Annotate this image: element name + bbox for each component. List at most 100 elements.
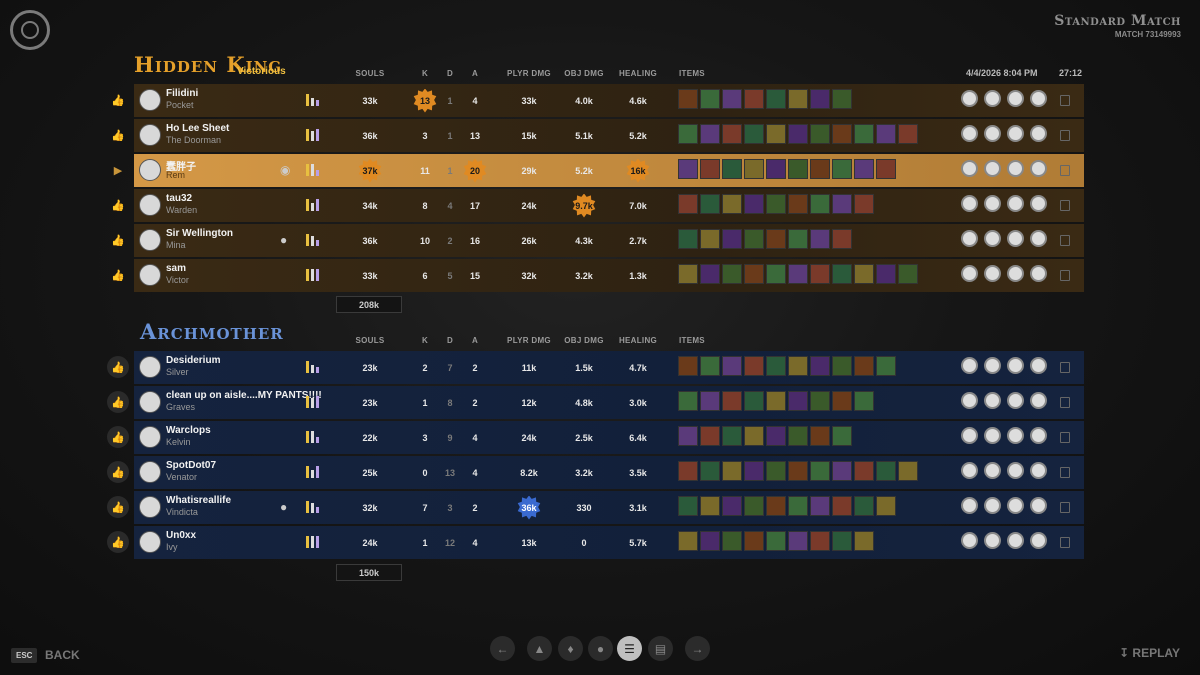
- item-icon[interactable]: [810, 124, 830, 144]
- replay-button[interactable]: ↧ REPLAY: [1119, 646, 1180, 660]
- player-row[interactable]: 👍 Warclops Kelvin 22k 3 9 4 24k 2.5k 6.4k: [107, 421, 1084, 454]
- player-name[interactable]: Filidini: [166, 88, 198, 99]
- ability-icon[interactable]: [1007, 392, 1024, 409]
- thumbs-up-icon[interactable]: 👍: [109, 126, 127, 144]
- crown-tab-icon[interactable]: ♦: [558, 636, 583, 661]
- ability-icon[interactable]: [984, 230, 1001, 247]
- item-icon[interactable]: [876, 356, 896, 376]
- item-icon[interactable]: [700, 89, 720, 109]
- ability-icon[interactable]: [961, 230, 978, 247]
- thumbs-up-icon[interactable]: 👍: [109, 266, 127, 284]
- item-icon[interactable]: [700, 426, 720, 446]
- item-icon[interactable]: [898, 124, 918, 144]
- ability-icon[interactable]: [984, 392, 1001, 409]
- item-icon[interactable]: [876, 159, 896, 179]
- item-icon[interactable]: [766, 89, 786, 109]
- ability-icon[interactable]: [1007, 195, 1024, 212]
- item-icon[interactable]: [810, 264, 830, 284]
- item-icon[interactable]: [854, 194, 874, 214]
- ability-icon[interactable]: [984, 497, 1001, 514]
- thumbs-up-icon[interactable]: 👍: [109, 231, 127, 249]
- item-icon[interactable]: [678, 124, 698, 144]
- item-icon[interactable]: [678, 229, 698, 249]
- player-name[interactable]: sam: [166, 263, 186, 274]
- copy-build-icon[interactable]: [1060, 467, 1070, 478]
- item-icon[interactable]: [744, 159, 764, 179]
- item-icon[interactable]: [788, 229, 808, 249]
- ability-icon[interactable]: [961, 532, 978, 549]
- item-icon[interactable]: [678, 159, 698, 179]
- thumbs-up-icon[interactable]: 👍: [107, 531, 129, 553]
- item-icon[interactable]: [832, 159, 852, 179]
- scoreboard-tab-icon[interactable]: ☰: [617, 636, 642, 661]
- player-row[interactable]: 👍 Desiderium Silver 23k 2 7 2 11k 1.5k 4.7k: [107, 351, 1084, 384]
- ability-icon[interactable]: [1030, 427, 1047, 444]
- graph-tab-icon[interactable]: ▤: [648, 636, 673, 661]
- item-icon[interactable]: [678, 531, 698, 551]
- item-icon[interactable]: [766, 391, 786, 411]
- selected-arrow-icon[interactable]: ▶: [109, 161, 127, 179]
- item-icon[interactable]: [898, 461, 918, 481]
- item-icon[interactable]: [678, 194, 698, 214]
- item-icon[interactable]: [700, 496, 720, 516]
- prev-arrow-icon[interactable]: ←: [490, 636, 515, 661]
- item-icon[interactable]: [700, 229, 720, 249]
- item-icon[interactable]: [810, 391, 830, 411]
- thumbs-up-icon[interactable]: 👍: [109, 196, 127, 214]
- copy-build-icon[interactable]: [1060, 362, 1070, 373]
- ability-icon[interactable]: [961, 160, 978, 177]
- item-icon[interactable]: [722, 461, 742, 481]
- ability-icon[interactable]: [1030, 532, 1047, 549]
- torch-tab-icon[interactable]: ●: [588, 636, 613, 661]
- item-icon[interactable]: [722, 426, 742, 446]
- ability-icon[interactable]: [1030, 392, 1047, 409]
- player-name[interactable]: SpotDot07: [166, 460, 216, 471]
- item-icon[interactable]: [788, 496, 808, 516]
- item-icon[interactable]: [788, 391, 808, 411]
- ability-icon[interactable]: [1030, 160, 1047, 177]
- player-row[interactable]: 👍 tau32 Warden 34k 8 4 17 24k 9.7k 7.0k: [111, 189, 1084, 222]
- ability-icon[interactable]: [961, 497, 978, 514]
- copy-build-icon[interactable]: [1060, 165, 1070, 176]
- item-icon[interactable]: [810, 356, 830, 376]
- item-icon[interactable]: [722, 496, 742, 516]
- item-icon[interactable]: [810, 531, 830, 551]
- item-icon[interactable]: [766, 461, 786, 481]
- item-icon[interactable]: [700, 391, 720, 411]
- ability-icon[interactable]: [1007, 427, 1024, 444]
- item-icon[interactable]: [700, 159, 720, 179]
- item-icon[interactable]: [788, 89, 808, 109]
- player-row[interactable]: 👍 clean up on aisle....MY PANTS!!!! Graves…: [107, 386, 1084, 419]
- thumbs-up-icon[interactable]: 👍: [107, 391, 129, 413]
- item-icon[interactable]: [678, 391, 698, 411]
- item-icon[interactable]: [744, 194, 764, 214]
- copy-build-icon[interactable]: [1060, 200, 1070, 211]
- item-icon[interactable]: [854, 391, 874, 411]
- item-icon[interactable]: [700, 461, 720, 481]
- item-icon[interactable]: [832, 461, 852, 481]
- player-name[interactable]: Desiderium: [166, 355, 220, 366]
- ability-icon[interactable]: [984, 357, 1001, 374]
- item-icon[interactable]: [832, 194, 852, 214]
- thumbs-up-icon[interactable]: 👍: [107, 356, 129, 378]
- item-icon[interactable]: [810, 496, 830, 516]
- ability-icon[interactable]: [1030, 357, 1047, 374]
- ability-icon[interactable]: [984, 125, 1001, 142]
- item-icon[interactable]: [700, 194, 720, 214]
- ability-icon[interactable]: [1007, 125, 1024, 142]
- ability-icon[interactable]: [1007, 230, 1024, 247]
- item-icon[interactable]: [744, 264, 764, 284]
- esc-key[interactable]: ESC: [11, 648, 38, 663]
- item-icon[interactable]: [700, 531, 720, 551]
- item-icon[interactable]: [810, 461, 830, 481]
- item-icon[interactable]: [766, 229, 786, 249]
- item-icon[interactable]: [788, 194, 808, 214]
- player-name[interactable]: Un0xx: [166, 530, 196, 541]
- item-icon[interactable]: [744, 391, 764, 411]
- item-icon[interactable]: [700, 124, 720, 144]
- item-icon[interactable]: [854, 531, 874, 551]
- copy-build-icon[interactable]: [1060, 397, 1070, 408]
- item-icon[interactable]: [744, 89, 764, 109]
- item-icon[interactable]: [766, 264, 786, 284]
- item-icon[interactable]: [700, 264, 720, 284]
